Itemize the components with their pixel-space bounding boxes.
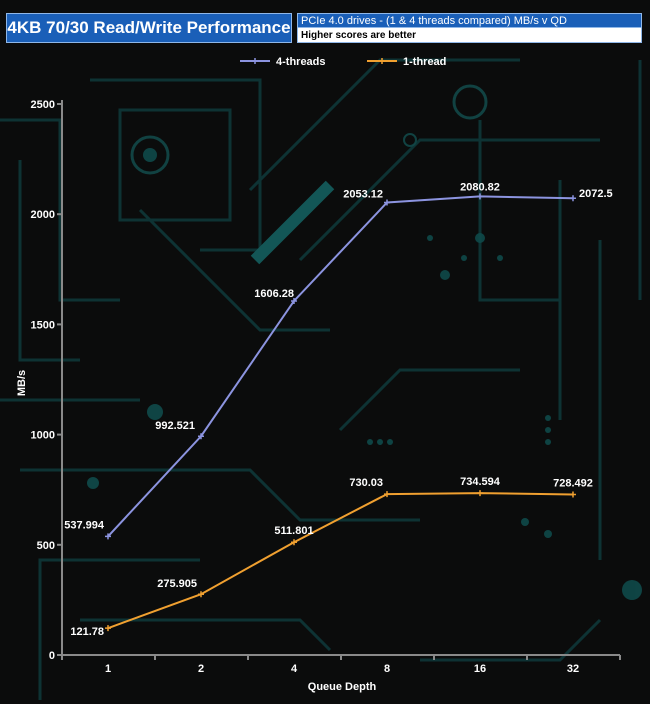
data-label: 992.521 — [155, 420, 195, 432]
data-label: 730.03 — [349, 477, 383, 489]
data-point — [477, 193, 483, 200]
data-point — [105, 625, 111, 632]
y-tick-label: 2500 — [31, 99, 55, 111]
y-tick-label: 1500 — [31, 319, 55, 331]
y-axis-label: MB/s — [16, 370, 28, 396]
y-tick-label: 1000 — [31, 430, 55, 442]
data-label: 1606.28 — [254, 288, 294, 300]
data-point — [570, 491, 576, 498]
data-label: 2072.5 — [579, 188, 613, 200]
chart-frame: 4KB 70/30 Read/Write Performance PCIe 4.… — [0, 0, 650, 704]
y-tick-label: 2000 — [31, 209, 55, 221]
data-label: 275.905 — [157, 578, 197, 590]
data-label: 511.801 — [274, 525, 313, 537]
y-tick-label: 500 — [37, 540, 55, 552]
series-4-threads: 537.994 992.521 1606.28 2053.12 2080.82 2072.… — [64, 181, 613, 540]
legend: 4-threads 1-thread — [240, 56, 446, 68]
x-tick-label: 2 — [198, 663, 204, 675]
data-label: 2053.12 — [343, 188, 383, 200]
y-tick-label: 0 — [49, 650, 55, 662]
data-label: 728.492 — [553, 477, 593, 489]
series-line — [107, 492, 574, 630]
x-tick-label: 32 — [567, 663, 579, 675]
x-tick-label: 16 — [474, 663, 486, 675]
line-chart: 4-threads 1-thread 050010001500200025001 2… — [16, 56, 621, 693]
legend-label: 1-thread — [403, 56, 446, 68]
axes: 0 500 1000 1500 2000 2500 1 2 4 8 16 32 — [31, 99, 621, 675]
x-axis-label: Queue Depth — [308, 681, 377, 693]
legend-label: 4-threads — [276, 56, 326, 68]
x-tick-label: 1 — [105, 663, 111, 675]
data-label: 2080.82 — [460, 181, 500, 193]
legend-item-4-threads: 4-threads — [240, 56, 326, 68]
series-1-thread: 121.78 275.905 511.801 730.03 734.594 728.492 — [70, 476, 593, 638]
legend-item-1-thread: 1-thread — [367, 56, 446, 68]
x-tick-label: 8 — [384, 663, 390, 675]
x-tick-label: 4 — [291, 663, 298, 675]
data-label: 121.78 — [70, 626, 104, 638]
series-line — [107, 195, 574, 538]
legend-marker — [252, 58, 258, 64]
data-label: 537.994 — [64, 519, 105, 531]
series-layer: 537.994 992.521 1606.28 2053.12 2080.82 2072.… — [64, 181, 612, 638]
data-label: 734.594 — [460, 476, 501, 488]
legend-marker — [379, 58, 385, 64]
data-point — [477, 490, 483, 497]
data-point — [570, 195, 576, 202]
